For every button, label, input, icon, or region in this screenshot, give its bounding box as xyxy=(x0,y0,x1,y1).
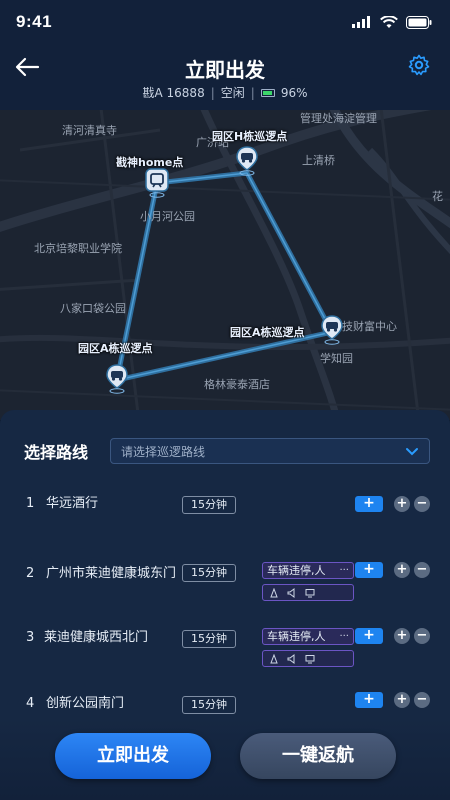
status-icons xyxy=(352,15,432,29)
map-place-label: 北京培黎职业学院 xyxy=(34,242,122,255)
megaphone-icon xyxy=(287,587,295,598)
map-place-label: 小月河公园 xyxy=(140,210,195,223)
divider: | xyxy=(210,85,215,100)
cone-icon xyxy=(270,587,278,597)
status-time: 9:41 xyxy=(16,12,53,31)
task-chip[interactable]: 车辆违停,人 ··· xyxy=(262,562,354,579)
settings-button[interactable] xyxy=(408,54,432,78)
battery-icon xyxy=(406,15,432,29)
task-icon-chip[interactable] xyxy=(262,650,354,667)
route-item: 1 华远酒行 15分钟 + + − xyxy=(0,494,450,524)
monitor-icon xyxy=(305,588,315,597)
battery-level-icon xyxy=(260,88,275,97)
status-bar: 9:41 xyxy=(0,0,450,44)
signal-icon xyxy=(352,16,370,28)
battery-percent: 96% xyxy=(280,85,308,100)
map-place-label: 清河清真寺 xyxy=(62,124,117,137)
route-name: 广州市莱迪健康城东门 xyxy=(46,566,177,581)
add-task-button[interactable]: + xyxy=(355,692,383,708)
duration-badge: 15分钟 xyxy=(182,696,236,714)
map-view[interactable]: 清河清真寺 广济站 管理处海淀管理 上清桥 小月河公园 北京培黎职业学院 八家口… xyxy=(0,110,450,420)
add-task-button[interactable]: + xyxy=(355,628,383,644)
route-dropdown[interactable]: 请选择巡逻路线 xyxy=(110,438,430,464)
patrol-point-marker[interactable] xyxy=(105,364,129,394)
remove-point-button[interactable]: − xyxy=(414,496,430,512)
patrol-point-marker[interactable] xyxy=(320,315,344,345)
task-icon-chip[interactable] xyxy=(262,584,354,601)
task-more: ··· xyxy=(339,631,349,642)
home-marker-icon xyxy=(145,168,169,198)
patrol-point-label: 园区A栋巡逻点 xyxy=(78,342,153,355)
duration-badge: 15分钟 xyxy=(182,496,236,514)
task-chip[interactable]: 车辆违停,人 ··· xyxy=(262,628,354,645)
patrol-vehicle-icon xyxy=(106,364,128,394)
cone-icon xyxy=(270,653,278,663)
one-key-return-button[interactable]: 一键返航 xyxy=(240,733,396,779)
route-item: 2 广州市莱迪健康城东门 15分钟 车辆违停,人 ··· + + − xyxy=(0,560,450,604)
add-point-button[interactable]: + xyxy=(394,692,410,708)
gear-icon xyxy=(408,54,430,76)
map-place-label: 格林豪泰酒店 xyxy=(204,378,270,391)
task-chip-text: 车辆违停,人 xyxy=(267,630,326,643)
map-roads xyxy=(0,110,450,420)
route-name: 莱迪健康城西北门 xyxy=(44,630,149,645)
map-place-label: 八家口袋公园 xyxy=(60,302,126,315)
patrol-vehicle-icon xyxy=(321,315,343,345)
map-place-label: 技财富中心 xyxy=(342,320,397,333)
map-place-label: 上清桥 xyxy=(302,154,335,167)
map-place-label: 学知园 xyxy=(320,352,353,365)
route-index: 2 xyxy=(26,566,35,581)
remove-point-button[interactable]: − xyxy=(414,628,430,644)
map-place-label: 管理处海淀管理 xyxy=(300,112,377,125)
add-point-button[interactable]: + xyxy=(394,496,410,512)
vehicle-status: 戡A 16888 | 空闲 | 96% xyxy=(0,84,450,101)
page-title: 立即出发 xyxy=(185,58,265,82)
route-name: 华远酒行 xyxy=(46,496,99,511)
patrol-vehicle-icon xyxy=(236,146,258,176)
patrol-point-label: 园区A栋巡逻点 xyxy=(230,326,305,339)
map-place-label: 花 xyxy=(432,190,443,203)
duration-badge: 15分钟 xyxy=(182,630,236,648)
task-chip-text: 车辆违停,人 xyxy=(267,564,326,577)
add-point-button[interactable]: + xyxy=(394,628,410,644)
route-select-row: 选择路线 请选择巡逻路线 xyxy=(24,434,430,468)
chevron-down-icon xyxy=(406,448,418,456)
patrol-point-label: 园区H栋巡逻点 xyxy=(212,130,288,143)
add-task-button[interactable]: + xyxy=(355,562,383,578)
monitor-icon xyxy=(305,654,315,663)
select-route-label: 选择路线 xyxy=(24,443,89,462)
plate-number: 戡A 16888 xyxy=(142,86,205,100)
route-index: 3 xyxy=(26,630,35,645)
route-item: 3 莱迪健康城西北门 15分钟 车辆违停,人 ··· + + − xyxy=(0,628,450,672)
patrol-point-marker[interactable] xyxy=(235,146,259,176)
route-index: 4 xyxy=(26,696,35,711)
add-task-button[interactable]: + xyxy=(355,496,383,512)
divider: | xyxy=(250,85,255,100)
task-more: ··· xyxy=(339,565,349,576)
remove-point-button[interactable]: − xyxy=(414,562,430,578)
route-dropdown-placeholder: 请选择巡逻路线 xyxy=(121,444,206,459)
remove-point-button[interactable]: − xyxy=(414,692,430,708)
header: 立即出发 戡A 16888 | 空闲 | 96% xyxy=(0,44,450,110)
home-point-marker[interactable] xyxy=(145,168,169,198)
duration-badge: 15分钟 xyxy=(182,564,236,582)
route-name: 创新公园南门 xyxy=(46,696,125,711)
vehicle-state: 空闲 xyxy=(220,86,245,100)
add-point-button[interactable]: + xyxy=(394,562,410,578)
route-index: 1 xyxy=(26,496,35,511)
wifi-icon xyxy=(380,15,398,28)
megaphone-icon xyxy=(287,653,295,664)
start-patrol-button[interactable]: 立即出发 xyxy=(55,733,211,779)
